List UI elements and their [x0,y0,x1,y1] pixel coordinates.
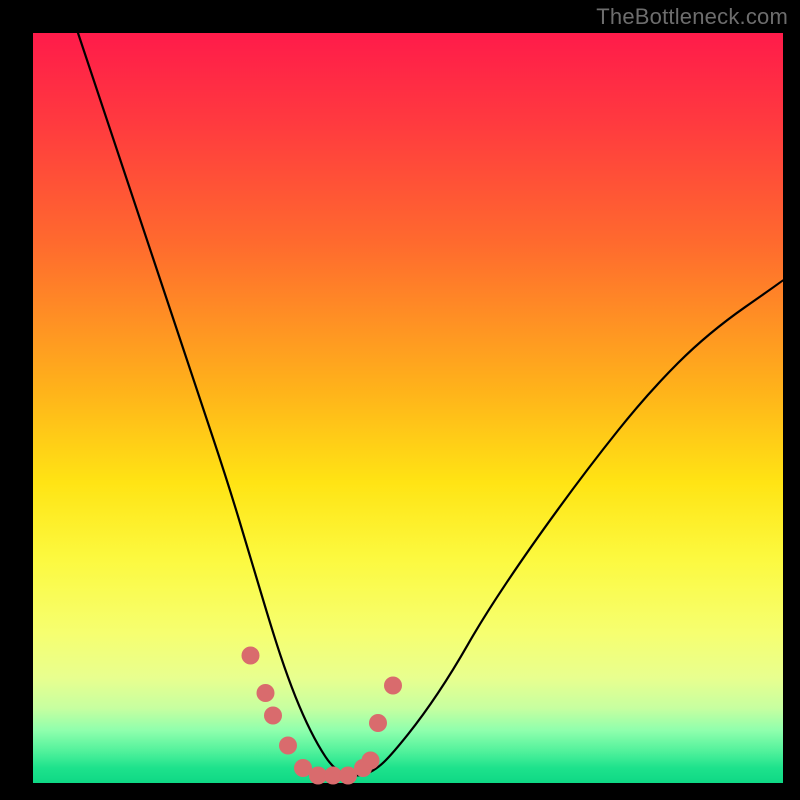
marker-dot [264,707,282,725]
curve-layer [33,33,783,783]
watermark-text: TheBottleneck.com [596,4,788,30]
bottleneck-curve [78,33,783,776]
marker-dot [362,752,380,770]
marker-dot [242,647,260,665]
chart-frame: TheBottleneck.com [0,0,800,800]
marker-dot [384,677,402,695]
highlight-markers [242,647,403,785]
marker-dot [369,714,387,732]
marker-dot [279,737,297,755]
plot-area [33,33,783,783]
marker-dot [257,684,275,702]
